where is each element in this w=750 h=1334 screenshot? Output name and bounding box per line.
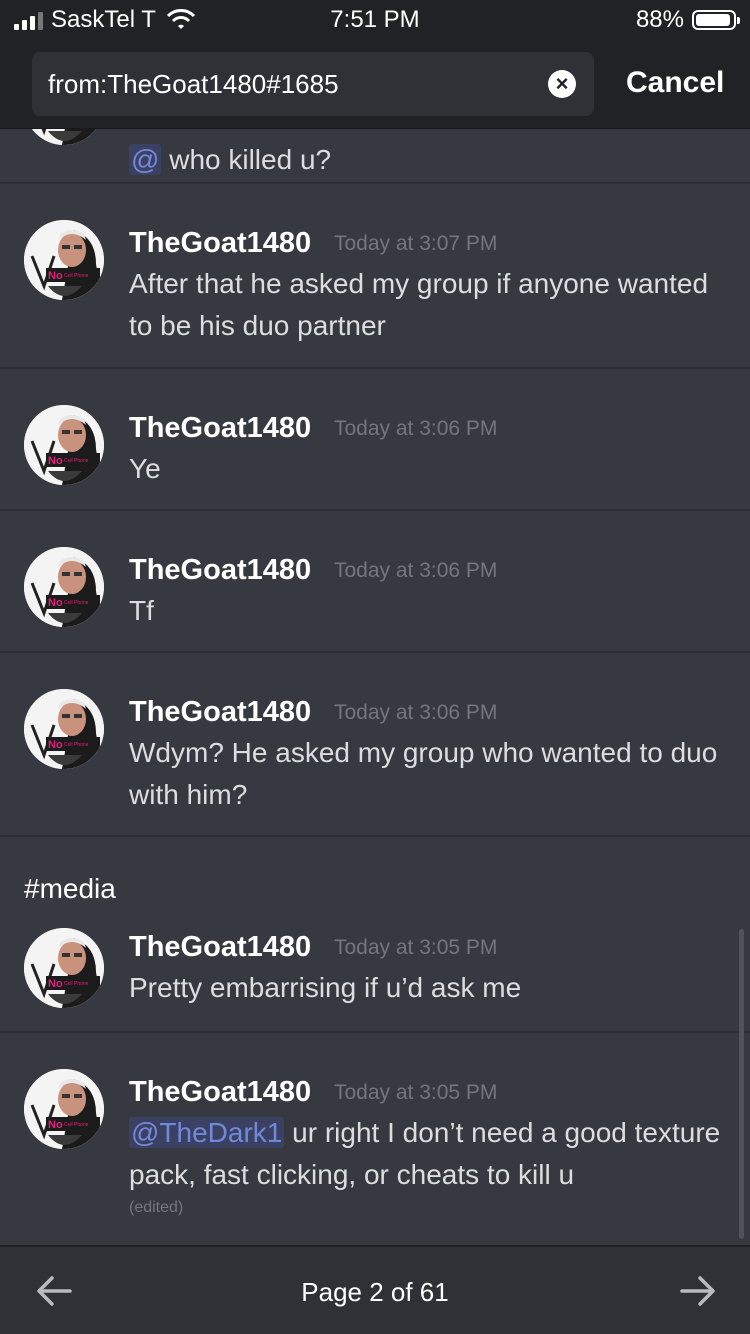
svg-text:Cell Phone: Cell Phone — [64, 600, 89, 606]
svg-text:Cell Phone: Cell Phone — [64, 273, 89, 279]
message-author[interactable]: TheGoat1480 — [129, 1076, 311, 1109]
message-item[interactable]: No Cell Phone TheGoat1480 Today at 3:07 P… — [0, 184, 750, 369]
battery-percent: 88% — [635, 6, 684, 33]
message-author[interactable]: TheGoat1480 — [129, 554, 311, 587]
message-timestamp: Today at 3:05 PM — [334, 1081, 498, 1104]
svg-text:No: No — [48, 455, 63, 467]
message-text: who killed u? — [169, 144, 332, 175]
message-author[interactable]: TheGoat1480 — [129, 931, 311, 964]
avatar[interactable]: NoCell Phone — [24, 928, 104, 1008]
avatar-image: NoCell Phone — [24, 928, 104, 1008]
message-author[interactable]: TheGoat1480 — [129, 696, 311, 729]
svg-text:Cell Phone: Cell Phone — [64, 1122, 89, 1128]
page-indicator: Page 2 of 61 — [301, 1277, 449, 1307]
message-timestamp: Today at 3:06 PM — [334, 701, 498, 724]
message-content: @ who killed u? — [129, 139, 729, 181]
avatar[interactable]: NoCell Phone — [24, 220, 104, 300]
battery-group: 88% — [635, 6, 740, 34]
avatar[interactable]: NoCell Phone — [24, 689, 104, 769]
avatar[interactable]: NoCell Phone — [24, 547, 104, 627]
svg-text:Cell Phone: Cell Phone — [64, 742, 89, 748]
mention[interactable]: @TheDark1 — [129, 1117, 285, 1148]
avatar[interactable]: NoCell Phone — [24, 1069, 104, 1149]
clear-search-icon[interactable]: × — [548, 70, 576, 98]
search-results[interactable]: NoCell Phone @ who killed u? NoCell Phon… — [0, 129, 750, 1245]
message-item[interactable]: No Cell Phone TheGoat1480 Today at 3:06 P… — [0, 369, 750, 511]
cancel-button[interactable]: Cancel — [626, 66, 724, 100]
message-item[interactable]: No Cell Phone TheGoat1480 Today at 3:05 P… — [0, 904, 750, 1033]
avatar[interactable]: NoCell Phone — [24, 405, 104, 485]
avatar-image: NoCell Phone — [24, 1069, 104, 1149]
edited-label: (edited) — [129, 1199, 184, 1216]
message-item[interactable]: No Cell Phone TheGoat1480 Today at 3:06 P… — [0, 653, 750, 837]
search-header: from:TheGoat1480#1685 × Cancel — [0, 40, 750, 129]
avatar-image: NoCell Phone — [24, 689, 104, 769]
message-text: Ye — [129, 453, 161, 484]
message-author[interactable]: TheGoat1480 — [129, 227, 311, 260]
message-timestamp: Today at 3:07 PM — [334, 232, 498, 255]
message-author[interactable]: TheGoat1480 — [129, 412, 311, 445]
avatar-image: NoCell Phone — [24, 405, 104, 485]
svg-text:No: No — [48, 1119, 63, 1131]
svg-text:No: No — [48, 739, 63, 751]
message-content: @TheDark1 ur right I don’t need a good t… — [129, 1112, 729, 1220]
avatar-image: NoCell Phone — [24, 547, 104, 627]
message-item[interactable]: NoCell Phone @ who killed u? — [0, 129, 750, 184]
message-text: Tf — [129, 595, 154, 626]
svg-text:No: No — [48, 597, 63, 609]
message-text: Pretty embarrising if u’d ask me — [129, 972, 522, 1003]
search-query: from:TheGoat1480#1685 — [48, 68, 339, 99]
message-timestamp: Today at 3:06 PM — [334, 417, 498, 440]
pagination-bar: Page 2 of 61 — [0, 1245, 750, 1334]
status-bar: SaskTel T 7:51 PM 88% — [0, 0, 750, 40]
message-item[interactable]: No Cell Phone TheGoat1480 Today at 3:05 P… — [0, 1033, 750, 1245]
svg-text:Cell Phone: Cell Phone — [64, 981, 89, 987]
avatar[interactable]: NoCell Phone — [24, 129, 104, 145]
battery-icon — [692, 10, 740, 30]
message-text: After that he asked my group if anyone w… — [129, 268, 709, 341]
avatar-image: NoCell Phone — [24, 220, 104, 300]
message-timestamp: Today at 3:05 PM — [334, 936, 498, 959]
scrollbar[interactable] — [739, 929, 744, 1239]
next-page-arrow-icon[interactable] — [678, 1273, 718, 1309]
mention[interactable]: @ — [129, 144, 162, 175]
message-text: Wdym? He asked my group who wanted to du… — [129, 737, 718, 810]
channel-header[interactable]: #media — [24, 873, 116, 905]
svg-text:Cell Phone: Cell Phone — [64, 458, 89, 464]
search-input[interactable]: from:TheGoat1480#1685 × — [32, 52, 594, 116]
message-item[interactable]: No Cell Phone TheGoat1480 Today at 3:06 P… — [0, 511, 750, 653]
message-timestamp: Today at 3:06 PM — [334, 559, 498, 582]
avatar-image: NoCell Phone — [24, 129, 104, 145]
svg-text:No: No — [48, 978, 63, 990]
svg-text:No: No — [48, 270, 63, 282]
